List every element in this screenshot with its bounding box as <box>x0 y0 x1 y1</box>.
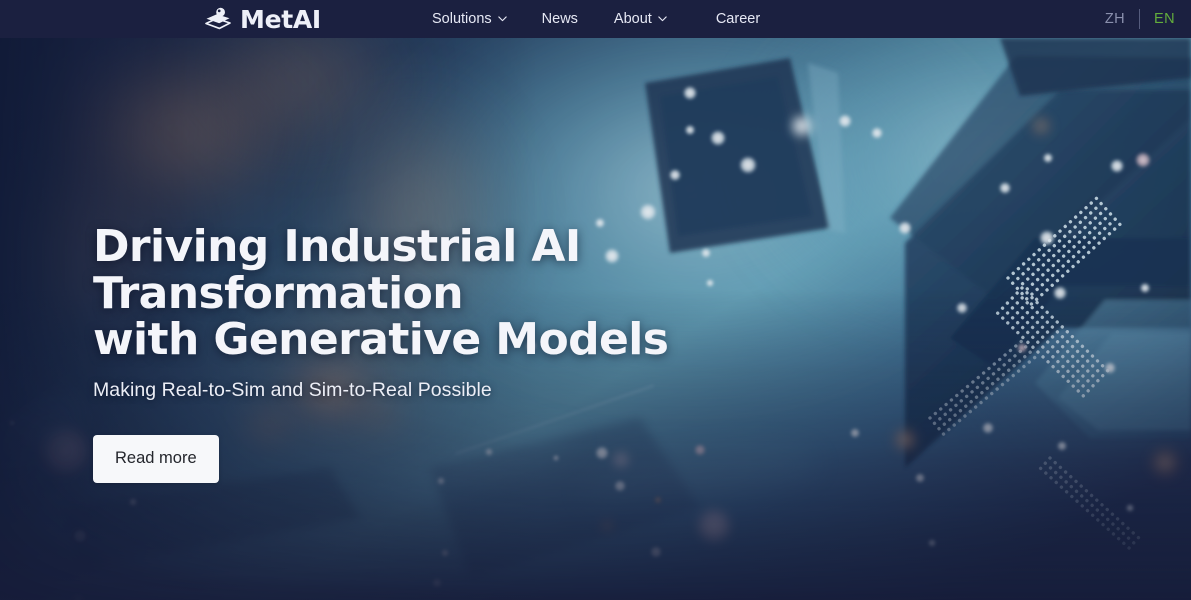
site-header: MetAI Solutions News About Career ZH EN <box>0 0 1191 38</box>
nav-item-career-label: Career <box>715 10 761 27</box>
nav-item-solutions[interactable]: Solutions <box>432 12 524 27</box>
chevron-down-icon <box>497 13 508 24</box>
nav-item-news[interactable]: News <box>542 12 578 27</box>
hero-subheadline: Making Real-to-Sim and Sim-to-Real Possi… <box>93 378 492 401</box>
hero-content: Driving Industrial AI Transformation wit… <box>93 221 913 483</box>
brand-logo[interactable]: MetAI <box>203 0 321 38</box>
nav-item-career[interactable]: Career <box>716 12 760 27</box>
main-navigation: Solutions News About Career <box>432 0 760 38</box>
nav-item-news-label: News <box>541 10 578 27</box>
nav-item-about[interactable]: About <box>614 12 684 27</box>
brand-name: MetAI <box>240 4 321 34</box>
hero-banner: Driving Industrial AI Transformation wit… <box>0 38 1191 600</box>
language-switcher: ZH EN <box>1091 0 1191 38</box>
nav-item-solutions-label: Solutions <box>432 10 492 27</box>
language-option-zh[interactable]: ZH <box>1091 12 1139 27</box>
landing-page: MetAI Solutions News About Career ZH EN … <box>0 0 1191 600</box>
language-option-en[interactable]: EN <box>1140 12 1191 27</box>
nav-item-about-label: About <box>613 10 652 27</box>
chevron-down-icon <box>657 13 668 24</box>
layered-stack-sphere-logo-icon <box>203 6 233 32</box>
hero-headline: Driving Industrial AI Transformation wit… <box>93 221 669 366</box>
read-more-button[interactable]: Read more <box>93 435 219 483</box>
